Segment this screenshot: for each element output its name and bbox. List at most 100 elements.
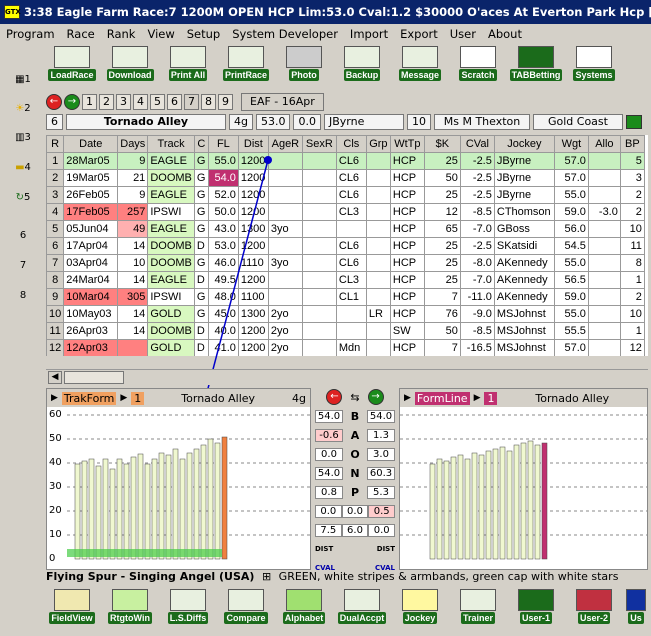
tab-race-5[interactable]: 5	[150, 94, 165, 110]
table-row[interactable]: 11 26Apr03 14 DOOMB D 40.0 1200 2yo SW 50 -8.5 MSJo…	[46, 322, 645, 340]
rtg-to-win-button[interactable]: RtgtoWin	[104, 589, 156, 627]
menu-view[interactable]: View	[141, 26, 180, 44]
colours-icon[interactable]	[625, 114, 642, 129]
table-row[interactable]: 8 24Mar04 14 EAGLE D 49.5 1200 CL3 HCP 25 -7.0 AKen…	[46, 271, 645, 289]
column-header[interactable]: C	[193, 135, 209, 153]
menu-about[interactable]: About	[482, 26, 528, 44]
systems-button[interactable]: Systems	[568, 46, 620, 84]
table-row[interactable]: 3 26Feb05 9 EAGLE G 52.0 1200 CL6 HCP 25 -2.5 JByrn…	[46, 186, 645, 204]
column-header[interactable]: Track	[147, 135, 195, 153]
column-header[interactable]: Date	[63, 135, 119, 153]
dist-label-left[interactable]: DIST	[315, 545, 333, 553]
table-row[interactable]: 7 03Apr04 10 DOOMB G 46.0 1110 3yo CL6 HCP 25 -8.0 A…	[46, 254, 645, 272]
trainer-button[interactable]: Trainer	[452, 589, 504, 627]
table-row[interactable]: 6 17Apr04 14 DOOMB D 53.0 1200 CL6 HCP 25 -2.5 SKat…	[46, 237, 645, 255]
dualaccpt-button[interactable]: DualAccpt	[336, 589, 388, 627]
expand-icon[interactable]: ▶	[404, 393, 411, 403]
tab-race-3[interactable]: 3	[116, 94, 131, 110]
column-header[interactable]: SexR	[301, 135, 337, 153]
scroll-left-icon[interactable]: ◀	[48, 371, 62, 384]
rank-7[interactable]: 7	[8, 260, 38, 271]
forward-arrow-icon[interactable]: →	[64, 94, 80, 110]
tab-race-9[interactable]: 9	[218, 94, 233, 110]
table-row[interactable]: 5 05Jun04 49 EAGLE G 43.0 1300 3yo HCP 65 -7.0 GBos…	[46, 220, 645, 238]
menu-export[interactable]: Export	[394, 26, 444, 44]
rank-5[interactable]: ↻5	[8, 192, 38, 203]
user-2-button[interactable]: User-2	[568, 589, 620, 627]
tab-race-7[interactable]: 7	[184, 94, 199, 110]
table-row[interactable]: 10 10May03 14 GOLD G 45.0 1300 2yo LR HCP 76 -9.0 MS…	[46, 305, 645, 323]
tab-betting-button[interactable]: TABBetting	[509, 46, 563, 84]
column-header[interactable]: AgeR	[267, 135, 303, 153]
table-cell	[267, 271, 303, 289]
rank-1[interactable]: ▦1	[8, 74, 38, 85]
printrace-button[interactable]: PrintRace	[220, 46, 272, 84]
tab-race-1[interactable]: 1	[82, 94, 97, 110]
column-header[interactable]: Days	[117, 135, 149, 153]
form-table[interactable]: R Date Days Track C FL Dist AgeR SexR Cls Grp WtTp $…	[46, 135, 648, 356]
rank-8[interactable]: 8	[8, 290, 38, 301]
menu-rank[interactable]: Rank	[101, 26, 142, 44]
compare-button[interactable]: Compare	[220, 589, 272, 627]
expand-icon[interactable]: ▶	[51, 393, 58, 403]
column-header[interactable]: Grp	[365, 135, 391, 153]
column-header[interactable]: Cls	[335, 135, 367, 153]
menu-program[interactable]: Program	[0, 26, 61, 44]
back-arrow-icon[interactable]: ←	[46, 94, 62, 110]
column-header[interactable]: CVal	[459, 135, 495, 153]
tab-race-8[interactable]: 8	[201, 94, 216, 110]
menu-user[interactable]: User	[444, 26, 482, 44]
menu-setup[interactable]: Setup	[181, 26, 226, 44]
column-header[interactable]: $K	[423, 135, 461, 153]
column-header[interactable]: BP	[619, 135, 645, 153]
next-icon[interactable]: →	[367, 389, 384, 405]
menu-race[interactable]: Race	[61, 26, 101, 44]
jockey-button[interactable]: Jockey	[394, 589, 446, 627]
user-3-button[interactable]: Us	[626, 589, 646, 627]
download-button[interactable]: Download	[104, 46, 156, 84]
table-row[interactable]: 4 17Feb05 257 IPSWI G 50.0 1200 CL3 HCP 12 -8.5 CTh…	[46, 203, 645, 221]
loadrace-button[interactable]: LoadRace	[46, 46, 98, 84]
photo-button[interactable]: Photo	[278, 46, 330, 84]
horizontal-scrollbar[interactable]: ◀	[46, 369, 648, 385]
swap-icon[interactable]: ⇆	[350, 391, 359, 404]
ls-diffs-button[interactable]: L.S.Diffs	[162, 589, 214, 627]
rank-4[interactable]: ▬4	[8, 162, 38, 173]
table-cell	[365, 237, 391, 255]
table-row[interactable]: 9 10Mar04 305 IPSWI G 48.0 1100 CL1 HCP 7 -11.0 AKe…	[46, 288, 645, 306]
column-header[interactable]: WtTp	[389, 135, 425, 153]
rank-6[interactable]: 6	[8, 230, 38, 241]
column-header[interactable]: FL	[207, 135, 239, 153]
backup-button[interactable]: Backup	[336, 46, 388, 84]
table-cell	[267, 288, 303, 306]
table-cell: 48.0	[207, 288, 239, 306]
rank-3[interactable]: ▥3	[8, 132, 38, 143]
table-row[interactable]: 2 19Mar05 21 DOOMB G 54.0 1200 CL6 HCP 50 -2.5 JByr…	[46, 169, 645, 187]
column-header[interactable]: R	[46, 135, 65, 153]
column-header[interactable]: Jockey	[493, 135, 555, 153]
message-button[interactable]: Message	[394, 46, 446, 84]
prev-icon[interactable]: ←	[326, 389, 343, 405]
dist-label-right[interactable]: DIST	[377, 545, 395, 553]
user-1-button[interactable]: User-1	[510, 589, 562, 627]
tab-race-6[interactable]: 6	[167, 94, 182, 110]
table-row[interactable]: 1 28Mar05 9 EAGLE G 55.0 1200 CL6 HCP 25 -2.5 JByrn…	[46, 152, 645, 170]
menu-import[interactable]: Import	[344, 26, 394, 44]
table-cell: 56.0	[553, 220, 589, 238]
column-header[interactable]: Wgt	[553, 135, 589, 153]
fieldview-button[interactable]: FieldView	[46, 589, 98, 627]
menu-system-developer[interactable]: System Developer	[226, 26, 344, 44]
trakform-label[interactable]: TrakForm	[61, 391, 117, 405]
scratch-button[interactable]: Scratch	[452, 46, 504, 84]
table-row[interactable]: 12 12Apr03 GOLD D 41.0 1200 2yo Mdn HCP 7 -16.5 MSJ…	[46, 339, 645, 356]
formline-label[interactable]: FormLine	[414, 391, 470, 405]
rank-2[interactable]: ☀2	[8, 103, 38, 114]
column-header[interactable]: Allo	[587, 135, 621, 153]
print-all-button[interactable]: Print All	[162, 46, 214, 84]
tab-race-4[interactable]: 4	[133, 94, 148, 110]
tab-eaf[interactable]: EAF - 16Apr	[241, 93, 324, 111]
column-header[interactable]: Dist	[237, 135, 269, 153]
scroll-thumb[interactable]	[64, 371, 124, 384]
alphabet-button[interactable]: Alphabet	[278, 589, 330, 627]
tab-race-2[interactable]: 2	[99, 94, 114, 110]
